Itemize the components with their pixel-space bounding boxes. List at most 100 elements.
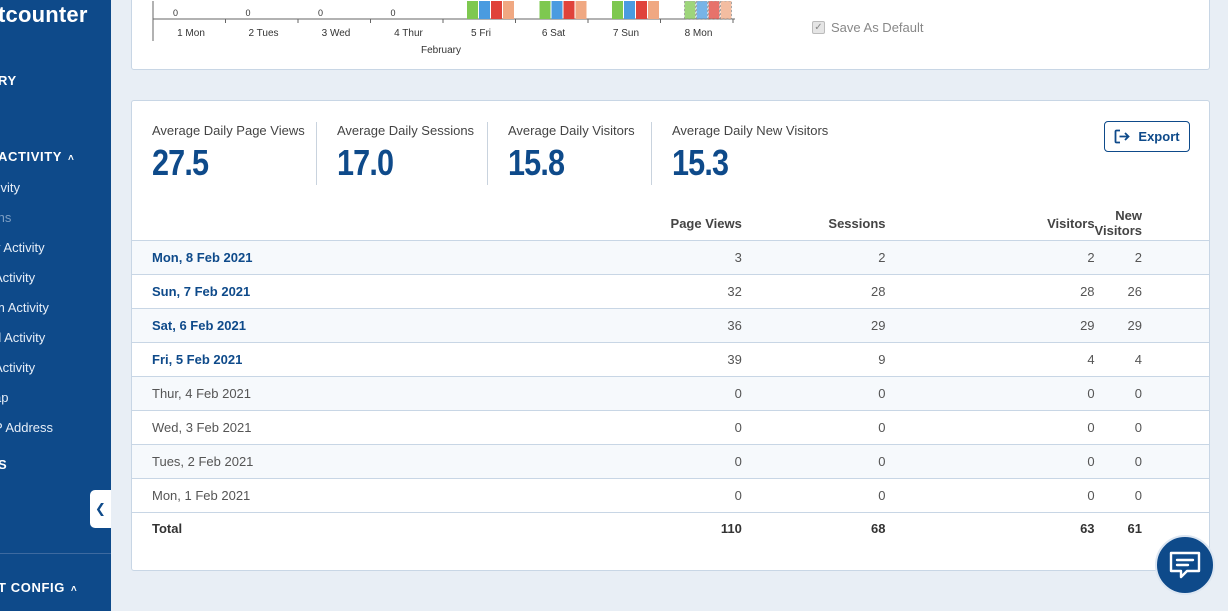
cell-new-visitors: 4 <box>1094 342 1209 377</box>
stat-sessions: Average Daily Sessions 17.0 <box>337 123 474 184</box>
sidebar-section-summary[interactable]: RY <box>0 73 17 88</box>
x-tick-label: 8 Mon <box>685 28 713 39</box>
cell-sessions: 0 <box>741 444 886 479</box>
chart-bar <box>539 1 551 19</box>
sidebar-section-activity[interactable]: ACTIVITY ˄ <box>0 149 74 164</box>
column-header-page-views[interactable]: Page Views <box>588 207 742 241</box>
cell-new-visitors: 0 <box>1094 444 1209 479</box>
total-sessions: 68 <box>871 520 886 536</box>
zero-value-label: 0 <box>391 8 396 18</box>
cell-page-views: 32 <box>588 274 742 309</box>
cell-visitors: 28 <box>885 274 1095 309</box>
chevron-up-icon: ˄ <box>70 584 78 595</box>
cell-sessions: 0 <box>741 478 886 513</box>
sidebar-item-activity[interactable]: tivity <box>0 180 20 195</box>
cell-page-views: 3 <box>588 240 742 275</box>
daily-activity-chart: 0 1 Mon 0 2 Tues 0 3 Wed 0 4 Thur 5 Fri 6 Sat 7 Su… <box>152 1 735 56</box>
sidebar-section-s[interactable]: S <box>0 457 7 472</box>
stat-value: 17.0 <box>337 142 394 183</box>
row-date-link[interactable]: Fri, 5 Feb 2021 <box>132 342 589 377</box>
cell-sessions: 9 <box>741 342 886 377</box>
row-date-link[interactable]: Sat, 6 Feb 2021 <box>132 308 589 343</box>
stat-label: Average Daily Page Views <box>152 123 305 138</box>
sidebar-item-map[interactable]: ap <box>0 390 8 405</box>
cell-new-visitors: 26 <box>1094 274 1209 309</box>
chart-bar <box>684 1 696 20</box>
chart-bar <box>696 1 708 20</box>
stat-value: 15.3 <box>672 142 729 183</box>
sidebar-item-ip-address[interactable]: P Address <box>0 420 53 435</box>
sidebar-item-activity-2[interactable]: Activity <box>0 270 35 285</box>
chart-bar <box>612 1 623 19</box>
chevron-left-icon: ❮ <box>95 501 106 516</box>
table-row: Mon, 1 Feb 2021 0 0 0 0 <box>132 478 1209 513</box>
table-total-row: Total 110 68 63 61 <box>132 512 1209 544</box>
checkmark-icon: ✓ <box>812 21 825 34</box>
save-as-default-label: Save As Default <box>831 20 924 35</box>
cell-new-visitors: 2 <box>1094 240 1209 275</box>
cell-visitors: 2 <box>885 240 1095 275</box>
column-header-sessions[interactable]: Sessions <box>741 207 886 241</box>
stat-label: Average Daily Visitors <box>508 123 635 138</box>
cell-page-views: 36 <box>588 308 742 343</box>
cell-page-views: 39 <box>588 342 742 377</box>
chart-card: 0 1 Mon 0 2 Tues 0 3 Wed 0 4 Thur 5 Fri 6 Sat 7 Su… <box>131 0 1210 70</box>
brand-logo-text[interactable]: tcounter <box>0 2 88 28</box>
chart-bar <box>708 1 720 20</box>
table-row: Mon, 8 Feb 2021 3 2 2 2 <box>132 240 1209 275</box>
chart-bar <box>551 1 563 19</box>
chart-bar <box>636 1 647 19</box>
save-as-default-checkbox[interactable]: ✓ Save As Default <box>812 20 924 35</box>
x-tick-label: 6 Sat <box>542 28 566 39</box>
stat-page-views: Average Daily Page Views 27.5 <box>152 123 305 184</box>
x-tick-label: 4 Thur <box>394 28 423 39</box>
sidebar-divider <box>0 553 111 554</box>
chart-bar <box>575 1 587 19</box>
chart-bar <box>648 1 659 19</box>
row-date: Thur, 4 Feb 2021 <box>132 376 589 411</box>
sidebar-item-platform-activity[interactable]: m Activity <box>0 300 49 315</box>
stat-new-visitors: Average Daily New Visitors 15.3 <box>672 123 828 184</box>
column-header-date <box>132 207 589 241</box>
chart-bar <box>624 1 635 19</box>
column-header-new-visitors[interactable]: New Visitors <box>1094 207 1209 241</box>
export-icon <box>1115 129 1131 144</box>
row-date-link[interactable]: Sun, 7 Feb 2021 <box>132 274 589 309</box>
chart-bar <box>503 1 514 19</box>
sidebar-section-config-label: T CONFIG <box>0 580 65 595</box>
chat-support-button[interactable] <box>1155 535 1215 595</box>
sidebar-section-config[interactable]: T CONFIG ˄ <box>0 580 77 595</box>
table-row: Wed, 3 Feb 2021 0 0 0 0 <box>132 410 1209 445</box>
stat-label: Average Daily New Visitors <box>672 123 829 138</box>
cell-page-views: 0 <box>588 410 742 445</box>
row-date-link[interactable]: Mon, 8 Feb 2021 <box>132 240 589 275</box>
column-header-visitors[interactable]: Visitors <box>885 207 1095 241</box>
cell-visitors: 29 <box>885 308 1095 343</box>
table-row: Tues, 2 Feb 2021 0 0 0 0 <box>132 444 1209 479</box>
collapse-sidebar-button[interactable]: ❮ <box>90 490 111 528</box>
stat-value: 27.5 <box>152 142 209 183</box>
cell-new-visitors: 29 <box>1094 308 1209 343</box>
zero-value-label: 0 <box>173 8 178 18</box>
sidebar-item-keyword-activity[interactable]: d Activity <box>0 330 45 345</box>
stat-divider <box>651 122 652 185</box>
total-visitors: 63 <box>1080 520 1095 536</box>
daily-stats-table: Page Views Sessions Visitors New Visitor… <box>132 207 1209 544</box>
sidebar-item-activity-3[interactable]: Activity <box>0 360 35 375</box>
total-label: Total <box>152 520 183 536</box>
sidebar-item-paths[interactable]: ths <box>0 210 11 225</box>
table-header-row: Page Views Sessions Visitors New Visitor… <box>132 207 1209 241</box>
stat-value: 15.8 <box>508 142 565 183</box>
sidebar-item-view-activity[interactable]: v Activity <box>0 240 45 255</box>
chat-icon <box>1169 551 1201 579</box>
stat-visitors: Average Daily Visitors 15.8 <box>508 123 635 184</box>
cell-new-visitors: 0 <box>1094 376 1209 411</box>
table-row: Sat, 6 Feb 2021 36 29 29 29 <box>132 308 1209 343</box>
cell-visitors: 0 <box>885 376 1095 411</box>
export-button[interactable]: Export <box>1104 121 1190 152</box>
cell-page-views: 0 <box>588 478 742 513</box>
chart-bar <box>720 1 732 20</box>
total-page-views: 110 <box>720 520 742 536</box>
export-label: Export <box>1138 129 1180 144</box>
chart-bar <box>563 1 575 19</box>
